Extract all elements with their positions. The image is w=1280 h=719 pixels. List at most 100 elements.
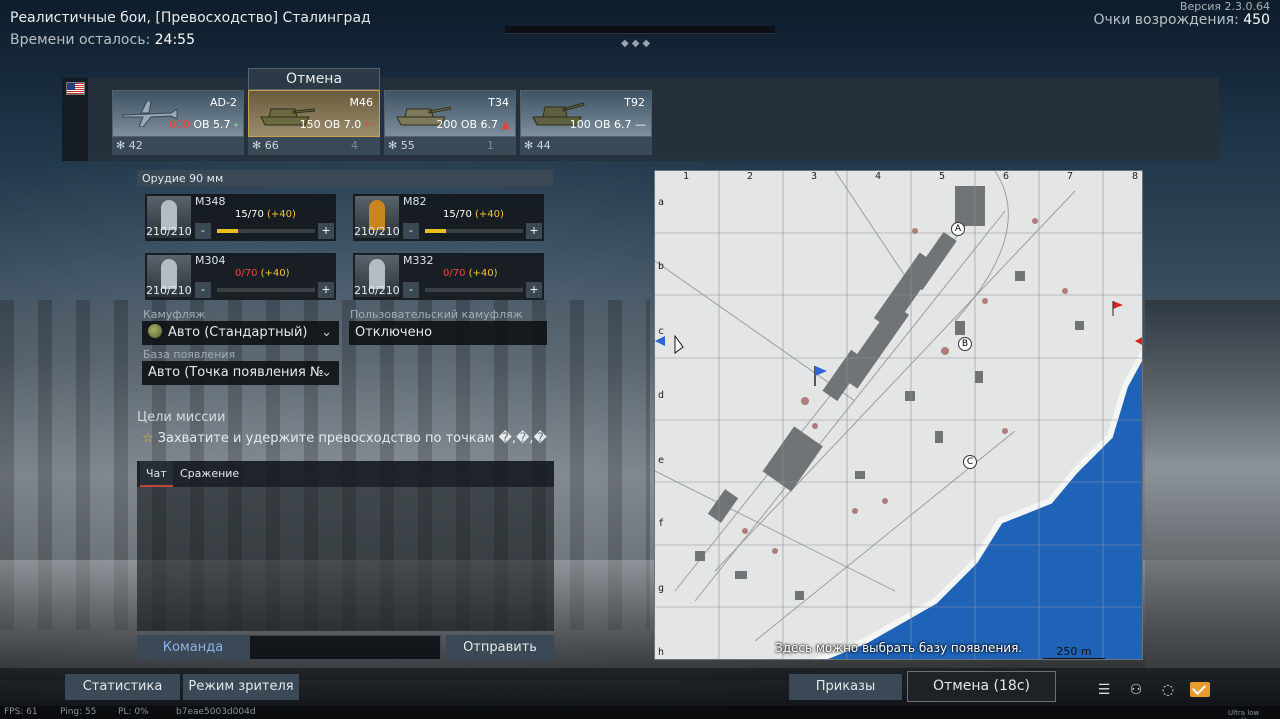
custom-camo-label: Пользовательский камуфляж: [350, 308, 523, 321]
spawn-select[interactable]: Авто (Точка появления № ⌄: [142, 361, 339, 385]
respawn-points: Очки возрождения: 450: [1094, 12, 1271, 28]
camo-label: Камуфляж: [143, 308, 206, 321]
map-row-label: d: [658, 390, 665, 401]
shell-name: M332: [403, 254, 434, 267]
spawn-label: База появления: [143, 348, 236, 361]
vehicle-image: T92 100 ОВ 6.7 —: [520, 90, 652, 137]
map-col-label: 8: [1132, 171, 1139, 182]
orders-button[interactable]: Приказы: [789, 674, 902, 700]
vehicle-cost: 150 ОВ 7.0 ⌐: [299, 118, 374, 131]
map-row-label: g: [658, 583, 665, 594]
page-dots[interactable]: ◆◆◆: [621, 38, 653, 49]
vehicle-image: AD-2 600 ОВ 5.7 ⬩: [112, 90, 244, 137]
objective-item: ☆ Захватите и удержите превосходство по т…: [142, 431, 547, 446]
shell-count: 15/70 (+40): [443, 209, 504, 220]
vehicle-card-ad2[interactable]: AD-2 600 ОВ 5.7 ⬩ ✻ 42: [112, 90, 244, 155]
shell-bar[interactable]: [217, 288, 315, 292]
tab-battle[interactable]: Сражение: [174, 461, 245, 487]
packet-loss-readout: PL: 0%: [118, 707, 149, 717]
status-bar: FPS: 61 Ping: 55 PL: 0% b7eae5003d004d U…: [0, 706, 1280, 719]
time-left-label: Времени осталось:: [10, 32, 151, 48]
vehicle-cost: 100 ОВ 6.7 —: [569, 118, 646, 131]
capture-point-a[interactable]: A: [951, 222, 965, 236]
shell-slot-m304[interactable]: M304 0/70 (+40) 210/210 - +: [145, 253, 336, 300]
camo-icon: [148, 324, 162, 338]
list-icon[interactable]: ☰: [1094, 682, 1114, 698]
vehicle-footer: ✻ 55 1: [384, 137, 516, 155]
map-row-label: e: [658, 455, 665, 466]
fps-readout: FPS: 61: [4, 707, 38, 717]
shell-stock: 210/210: [146, 284, 192, 297]
vehicle-card-m46[interactable]: M46 150 ОВ 7.0 ⌐ ✻ 66 4: [248, 90, 380, 155]
squad-icon[interactable]: ⚇: [1126, 682, 1146, 698]
star-icon: ☆: [142, 431, 154, 446]
map-col-label: 1: [683, 171, 690, 182]
spectator-mode-button[interactable]: Режим зрителя: [183, 674, 299, 700]
capture-point-c[interactable]: C: [963, 455, 977, 469]
map-col-label: 6: [1003, 171, 1010, 182]
statistics-button[interactable]: Статистика: [65, 674, 180, 700]
send-button[interactable]: Отправить: [446, 635, 554, 660]
shell-bar[interactable]: [217, 229, 315, 233]
shell-stock: 210/210: [146, 225, 192, 238]
map-row-label: a: [658, 197, 665, 208]
tactical-map[interactable]: 1 2 3 4 5 6 7 8 a b c d e f g h A B C Зд…: [654, 170, 1143, 660]
decrease-button[interactable]: -: [403, 223, 419, 239]
vehicle-cancel-tab[interactable]: Отмена: [248, 68, 380, 90]
custom-camo-select[interactable]: Отключено: [349, 321, 547, 345]
chat-input[interactable]: [249, 635, 441, 660]
decrease-button[interactable]: -: [195, 282, 211, 298]
vehicle-image: M46 150 ОВ 7.0 ⌐: [248, 90, 380, 137]
shell-count: 0/70 (+40): [443, 268, 498, 279]
vehicle-card-t34[interactable]: T34 200 ОВ 6.7 ▲ ✻ 55 1: [384, 90, 516, 155]
respawn-value: 450: [1243, 12, 1270, 28]
shell-stock: 210/210: [354, 284, 400, 297]
shell-bar[interactable]: [425, 229, 523, 233]
decrease-button[interactable]: -: [195, 223, 211, 239]
map-col-label: 3: [811, 171, 818, 182]
capture-point-b[interactable]: B: [958, 337, 972, 351]
team-channel-button[interactable]: Команда: [137, 635, 249, 660]
vehicle-name: T34: [488, 96, 509, 109]
shell-name: M348: [195, 195, 226, 208]
shell-slot-m332[interactable]: M332 0/70 (+40) 210/210 - +: [353, 253, 544, 300]
map-col-label: 4: [875, 171, 882, 182]
decrease-button[interactable]: -: [403, 282, 419, 298]
background-right-scene: [1145, 300, 1280, 670]
map-terrain: [655, 171, 1142, 659]
chat-bubble-icon[interactable]: ◌: [1158, 682, 1178, 698]
shell-count: 15/70 (+40): [235, 209, 296, 220]
vehicle-cost: 600 ОВ 5.7 ⬩: [168, 118, 238, 131]
vehicle-cost: 200 ОВ 6.7 ▲: [436, 118, 510, 131]
increase-button[interactable]: +: [526, 223, 542, 239]
increase-button[interactable]: +: [318, 282, 334, 298]
camo-select[interactable]: Авто (Стандартный) ⌄: [142, 321, 339, 345]
map-row-label: f: [658, 518, 665, 529]
shell-name: M82: [403, 195, 427, 208]
vehicle-name: AD-2: [210, 96, 237, 109]
vehicle-footer: ✻ 66 4: [248, 137, 380, 155]
mission-title: Реалистичные бои, [Превосходство] Сталин…: [10, 10, 371, 26]
map-hint: Здесь можно выбрать базу появления.: [775, 641, 1023, 655]
increase-button[interactable]: +: [526, 282, 542, 298]
shell-slot-m82[interactable]: M82 15/70 (+40) 210/210 - +: [353, 194, 544, 241]
shell-bar[interactable]: [425, 288, 523, 292]
gun-header: Орудие 90 мм: [137, 170, 553, 187]
cancel-button[interactable]: Отмена (18с): [907, 671, 1056, 702]
increase-button[interactable]: +: [318, 223, 334, 239]
shell-stock: 210/210: [354, 225, 400, 238]
shell-slot-m348[interactable]: M348 15/70 (+40) 210/210 - +: [145, 194, 336, 241]
shell-name: M304: [195, 254, 226, 267]
quality-label: Ultra low quality: [1228, 709, 1260, 719]
top-center-bar: [505, 26, 775, 34]
chevron-down-icon: ⌄: [321, 325, 332, 340]
usa-flag-icon: [66, 82, 85, 95]
respawn-label: Очки возрождения:: [1093, 12, 1239, 28]
tab-chat[interactable]: Чат: [140, 461, 173, 487]
vehicle-card-t92[interactable]: T92 100 ОВ 6.7 — ✻ 44: [520, 90, 652, 155]
mail-icon[interactable]: [1190, 682, 1210, 697]
chevron-down-icon: ⌄: [321, 365, 332, 380]
vehicle-image: T34 200 ОВ 6.7 ▲: [384, 90, 516, 137]
map-col-label: 7: [1067, 171, 1074, 182]
map-col-label: 5: [939, 171, 946, 182]
